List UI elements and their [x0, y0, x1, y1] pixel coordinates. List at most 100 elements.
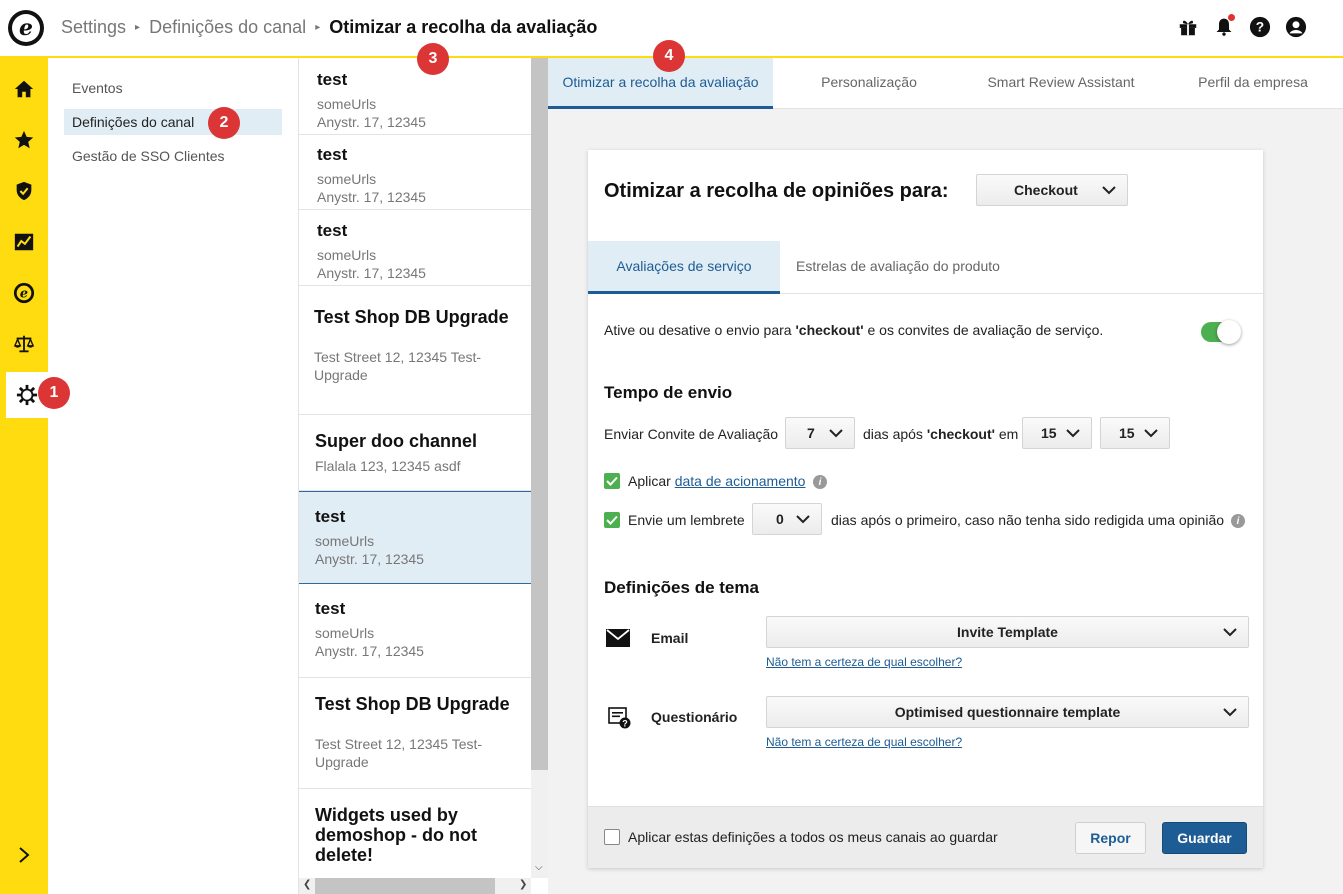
- channel-name-line: demoshop - do not: [315, 825, 477, 845]
- subnav-item-sso-clients[interactable]: Gestão de SSO Clientes: [64, 143, 282, 169]
- info-icon[interactable]: i: [1231, 514, 1245, 528]
- channel-address-cont: Upgrade: [314, 367, 368, 383]
- channel-list-horizontal-scrollbar[interactable]: ❮ ❯: [299, 878, 531, 894]
- questionnaire-help-link[interactable]: Não tem a certeza de qual escolher?: [766, 735, 962, 749]
- toggle-knob: [1217, 320, 1241, 344]
- channel-url: someUrls: [315, 625, 375, 641]
- apply-trigger-date-label: Aplicar data de acionamento: [628, 473, 806, 489]
- shield-check-icon[interactable]: [0, 168, 48, 214]
- email-label: Email: [651, 630, 689, 646]
- channel-item[interactable]: test someUrls Anystr. 17, 12345: [299, 210, 531, 286]
- settings-card: Otimizar a recolha de opiniões para: Che…: [588, 150, 1263, 868]
- scroll-left-arrow-icon[interactable]: ❮: [303, 879, 311, 890]
- apply-all-channels-label: Aplicar estas definições a todos os meus…: [628, 829, 998, 845]
- questionnaire-template-select[interactable]: Optimised questionnaire template: [766, 696, 1249, 728]
- channel-name: test: [317, 70, 348, 89]
- subtab-service-reviews[interactable]: Avaliações de serviço: [588, 241, 780, 294]
- trusted-shops-logo[interactable]: e: [8, 10, 44, 46]
- trusted-shops-e-icon[interactable]: e: [0, 270, 48, 316]
- tab-smart-review-assistant[interactable]: Smart Review Assistant: [965, 58, 1157, 109]
- tab-personalization[interactable]: Personalização: [773, 58, 965, 109]
- trigger-select[interactable]: Checkout: [976, 174, 1128, 206]
- days-select-value: 7: [807, 425, 815, 441]
- scroll-down-arrow-icon[interactable]: ⌵: [535, 862, 543, 873]
- svg-text:e: e: [20, 287, 28, 302]
- gift-icon[interactable]: [1177, 16, 1199, 38]
- reminder-after-text: dias após o primeiro, caso não tenha sid…: [831, 512, 1225, 528]
- hour-select[interactable]: 15: [1022, 417, 1092, 449]
- toggle-description: Ative ou desative o envio para 'checkout…: [604, 322, 1104, 338]
- save-button[interactable]: Guardar: [1162, 822, 1247, 854]
- apply-all-channels-checkbox[interactable]: [604, 829, 620, 845]
- analytics-chart-icon[interactable]: [0, 219, 48, 265]
- send-reminder-checkbox[interactable]: [604, 512, 620, 528]
- days-select[interactable]: 7: [785, 417, 855, 449]
- subtab-product-review-stars[interactable]: Estrelas de avaliação do produto: [796, 241, 1000, 294]
- channel-name: test: [315, 599, 346, 618]
- channel-name: Test Shop DB Upgrade: [314, 307, 509, 327]
- theme-settings-heading: Definições de tema: [604, 578, 759, 597]
- legal-scales-icon[interactable]: [0, 321, 48, 367]
- channel-item[interactable]: test someUrls Anystr. 17, 12345: [299, 58, 531, 135]
- channel-name-line: Widgets used by: [315, 805, 458, 825]
- info-icon[interactable]: i: [813, 475, 827, 489]
- star-icon[interactable]: [0, 117, 48, 163]
- minute-select[interactable]: 15: [1100, 417, 1170, 449]
- channel-address: Test Street 12, 12345 Test-: [315, 736, 483, 752]
- breadcrumb-channel-settings[interactable]: Definições do canal: [149, 17, 306, 38]
- tab-company-profile[interactable]: Perfil da empresa: [1157, 58, 1343, 109]
- channel-address: Anystr. 17, 12345: [315, 551, 424, 567]
- send-invite-label: Enviar Convite de Avaliação: [604, 426, 779, 442]
- settings-subnav: Eventos Definições do canal Gestão de SS…: [48, 58, 298, 894]
- channel-item[interactable]: Test Shop DB Upgrade Test Street 12, 123…: [299, 286, 531, 415]
- channel-item[interactable]: test someUrls Anystr. 17, 12345: [299, 584, 531, 678]
- channel-address: Anystr. 17, 12345: [317, 114, 426, 130]
- reminder-days-select[interactable]: 0: [752, 503, 822, 535]
- channel-item[interactable]: test someUrls Anystr. 17, 12345: [299, 135, 531, 210]
- send-reminder-label: Envie um lembrete: [628, 512, 745, 528]
- channel-item[interactable]: Test Shop DB Upgrade Test Street 12, 123…: [299, 678, 531, 789]
- apply-trigger-date-checkbox[interactable]: [604, 473, 620, 489]
- channel-item-selected[interactable]: test someUrls Anystr. 17, 12345: [299, 491, 531, 584]
- channel-name: Test Shop DB Upgrade: [315, 694, 510, 714]
- reset-button[interactable]: Repor: [1075, 822, 1146, 854]
- channel-address-cont: Upgrade: [315, 754, 369, 770]
- channel-item[interactable]: Widgets used by demoshop - do not delete…: [299, 789, 531, 889]
- channel-item[interactable]: Super doo channel Flalala 123, 12345 asd…: [299, 415, 531, 491]
- svg-text:?: ?: [1256, 20, 1264, 35]
- channel-name: Super doo channel: [315, 431, 478, 451]
- questionnaire-label: Questionário: [651, 709, 738, 725]
- channel-name: test: [317, 145, 348, 164]
- svg-text:?: ?: [622, 719, 628, 729]
- step-badge-2: 2: [208, 107, 240, 139]
- email-template-select[interactable]: Invite Template: [766, 616, 1249, 648]
- hour-select-value: 15: [1041, 425, 1057, 441]
- help-icon[interactable]: ?: [1249, 16, 1271, 38]
- bell-icon[interactable]: [1213, 14, 1235, 38]
- subnav-item-events[interactable]: Eventos: [64, 75, 282, 101]
- trigger-select-value: Checkout: [1014, 182, 1078, 198]
- send-time-heading: Tempo de envio: [604, 383, 733, 402]
- horizontal-scroll-thumb[interactable]: [315, 878, 495, 894]
- trigger-date-link[interactable]: data de acionamento: [675, 473, 806, 489]
- scroll-right-arrow-icon[interactable]: ❯: [519, 879, 527, 890]
- chevron-down-icon: [828, 426, 844, 443]
- left-rail: e: [0, 58, 48, 894]
- channel-address: Anystr. 17, 12345: [317, 265, 426, 281]
- channel-name: test: [317, 221, 348, 240]
- questionnaire-template-value: Optimised questionnaire template: [894, 704, 1121, 720]
- chevron-down-icon: [1222, 625, 1238, 642]
- email-help-link[interactable]: Não tem a certeza de qual escolher?: [766, 655, 962, 669]
- chevron-down-icon: [795, 512, 811, 529]
- home-icon[interactable]: [0, 66, 48, 112]
- channel-list-vertical-scrollbar[interactable]: ⌵: [531, 58, 548, 878]
- review-type-tabs: Avaliações de serviço Estrelas de avalia…: [588, 241, 1263, 294]
- card-title: Otimizar a recolha de opiniões para:: [604, 180, 949, 202]
- sending-toggle[interactable]: [1201, 320, 1241, 344]
- envelope-icon: [606, 629, 630, 652]
- subnav-item-channel-settings[interactable]: Definições do canal: [64, 109, 282, 135]
- vertical-scroll-thumb[interactable]: [531, 58, 548, 770]
- expand-chevron-icon[interactable]: [0, 832, 48, 878]
- breadcrumb-settings[interactable]: Settings: [61, 17, 126, 38]
- user-account-icon[interactable]: [1285, 16, 1307, 38]
